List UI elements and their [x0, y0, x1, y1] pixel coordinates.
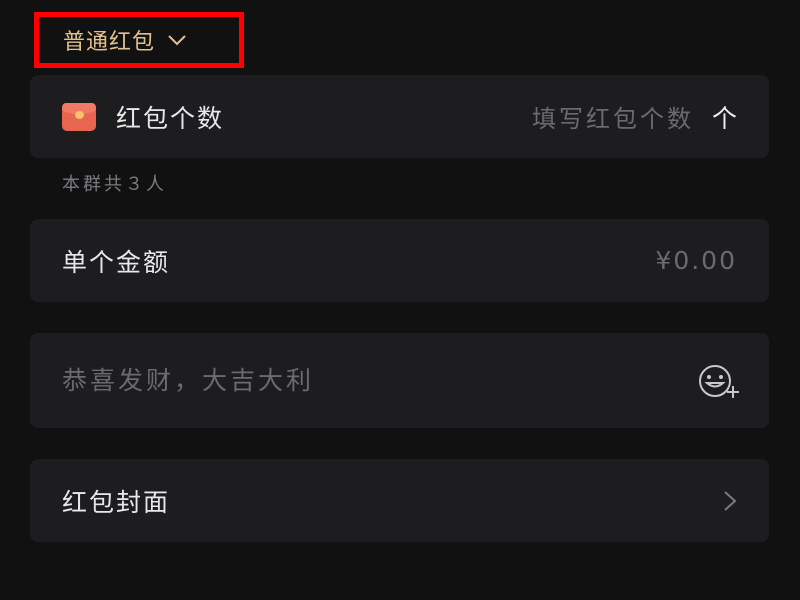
amount-input[interactable]: ¥0.00: [655, 246, 737, 275]
packet-type-label: 普通红包: [63, 30, 156, 55]
emoji-add-icon[interactable]: [697, 363, 741, 399]
packet-type-selector[interactable]: 普通红包: [34, 12, 244, 68]
amount-label: 单个金额: [62, 247, 171, 277]
red-packet-page: 普通红包 红包个数 填写红包个数 个 本群共３人 单个金额 ¥0.00 红: [0, 0, 800, 600]
blessing-message-input[interactable]: [62, 360, 697, 401]
chevron-down-icon: [168, 35, 186, 46]
packet-cover-label: 红包封面: [62, 487, 171, 517]
packet-cover-row[interactable]: 红包封面: [30, 459, 769, 542]
packet-count-row[interactable]: 红包个数 填写红包个数 个: [30, 75, 769, 158]
blessing-message-row[interactable]: [30, 333, 769, 428]
red-packet-icon: [62, 102, 96, 131]
group-member-hint: 本群共３人: [62, 174, 167, 195]
chevron-right-icon: [724, 490, 737, 511]
packet-count-input[interactable]: 填写红包个数: [532, 99, 694, 134]
packet-count-unit: 个: [711, 103, 737, 133]
packet-count-label: 红包个数: [116, 103, 225, 133]
amount-row[interactable]: 单个金额 ¥0.00: [30, 219, 769, 302]
